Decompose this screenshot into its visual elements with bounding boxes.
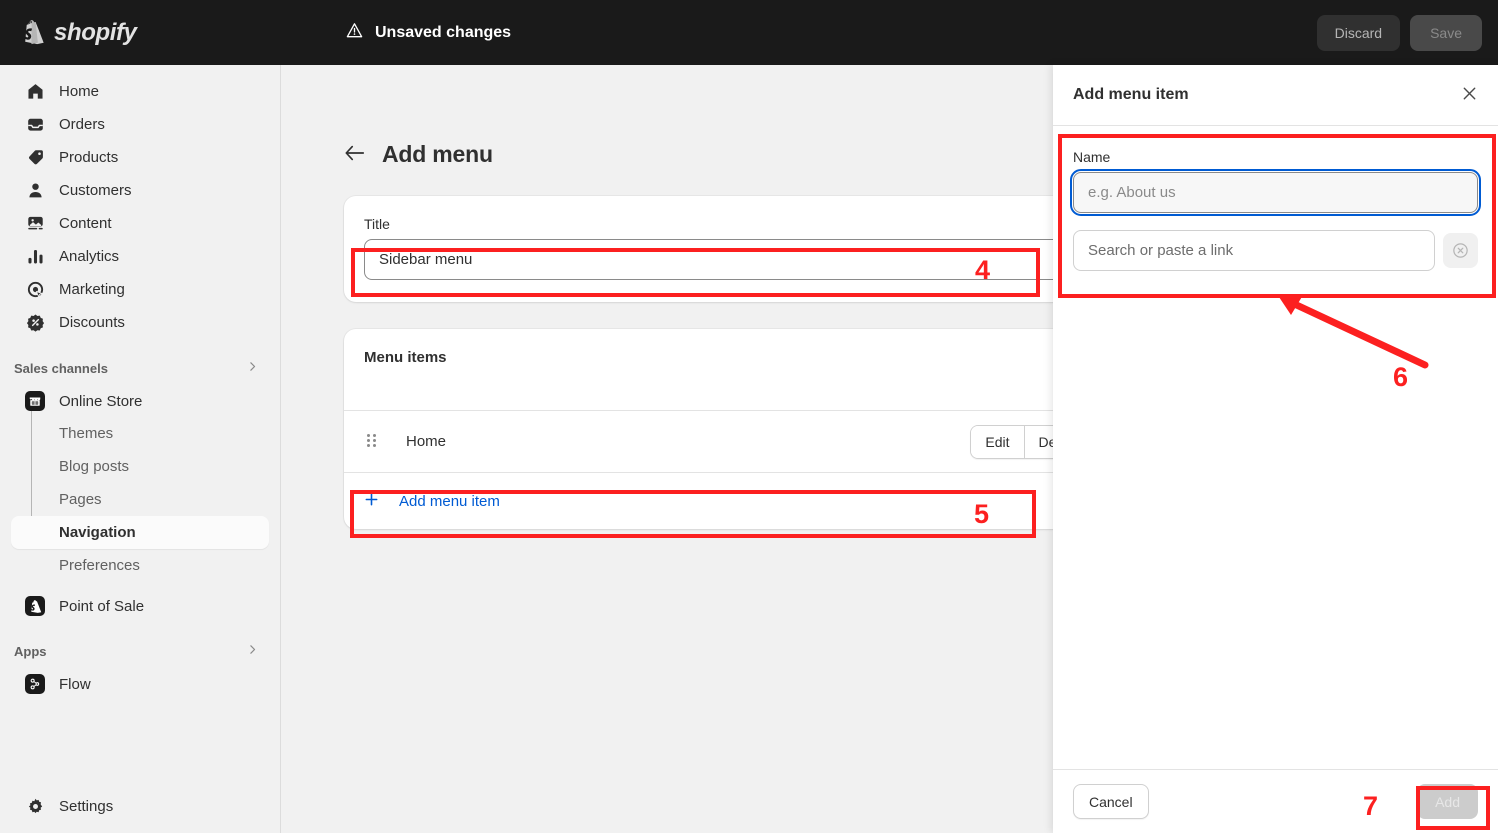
sub-item-label: Themes (59, 425, 114, 442)
sidebar-item-flow[interactable]: Flow (11, 668, 269, 700)
sidebar-item-label: Customers (59, 182, 132, 199)
title-field-wrap: Title Sidebar menu (344, 196, 1114, 280)
sidebar-item-label: Analytics (59, 248, 120, 265)
gear-icon (25, 797, 45, 817)
sidebar-item-label: Content (59, 215, 112, 232)
title-card: Title Sidebar menu (344, 196, 1114, 302)
discard-button[interactable]: Discard (1316, 14, 1401, 51)
drag-handle-icon[interactable] (367, 433, 377, 450)
menu-items-header: Menu items (344, 329, 1114, 411)
link-search-input[interactable]: Search or paste a link (1073, 230, 1435, 271)
topbar-actions: Discard Save (1316, 0, 1482, 65)
unsaved-changes-indicator: Unsaved changes (345, 0, 511, 65)
shopify-logo[interactable]: shopify (21, 19, 137, 47)
person-icon (25, 181, 45, 201)
sidebar-item-content[interactable]: Content (11, 207, 269, 240)
orders-inbox-icon (25, 115, 45, 135)
arrow-left-icon[interactable] (344, 144, 366, 166)
sidebar-item-analytics[interactable]: Analytics (11, 240, 269, 273)
menu-row-label: Home (406, 433, 447, 450)
sub-item-label: Navigation (59, 524, 136, 541)
flow-nodes-icon (25, 674, 45, 694)
chevron-right-icon[interactable] (246, 643, 259, 660)
sidebar-item-label: Flow (59, 675, 91, 693)
sidebar-item-label: Products (59, 149, 119, 166)
sales-channels-label: Sales channels (14, 360, 108, 376)
edit-button[interactable]: Edit (971, 425, 1024, 458)
panel-title: Add menu item (1073, 86, 1189, 103)
circle-x-icon[interactable] (1443, 233, 1478, 268)
sidebar-item-label: Settings (59, 798, 114, 815)
add-button[interactable]: Add (1417, 784, 1478, 819)
sidebar: Home Orders Products Customers Content A… (0, 65, 281, 833)
add-menu-item-row[interactable]: Add menu item (344, 473, 1114, 529)
sub-item-label: Pages (59, 491, 102, 508)
home-icon (25, 82, 45, 102)
name-input-placeholder: e.g. About us (1088, 184, 1176, 201)
plus-icon (364, 491, 380, 512)
menu-items-card: Menu items Home Edit Delete Add menu ite… (344, 329, 1114, 529)
title-field-label: Title (364, 216, 390, 232)
add-menu-item-panel: Add menu item Name e.g. About us Search … (1053, 65, 1498, 833)
add-menu-item-label: Add menu item (399, 492, 500, 510)
marketing-target-icon (25, 280, 45, 300)
sidebar-item-label: Online Store (59, 392, 143, 410)
shopify-bag-icon (21, 19, 45, 46)
brand-name: shopify (54, 18, 137, 46)
sidebar-item-blog-posts[interactable]: Blog posts (11, 450, 269, 483)
online-store-sub-items: Themes Blog posts Pages Navigation Prefe… (0, 411, 280, 582)
sidebar-item-navigation[interactable]: Navigation (11, 516, 269, 549)
sidebar-item-products[interactable]: Products (11, 141, 269, 174)
storefront-icon (25, 391, 45, 411)
sidebar-item-online-store[interactable]: Online Store (11, 385, 269, 417)
sidebar-item-label: Discounts (59, 314, 125, 331)
link-input-placeholder: Search or paste a link (1088, 242, 1234, 259)
sidebar-item-preferences[interactable]: Preferences (11, 549, 269, 582)
sidebar-item-discounts[interactable]: Discounts (11, 306, 269, 339)
settings-row: Settings (0, 790, 281, 823)
warning-triangle-icon (345, 21, 364, 45)
sidebar-item-label: Marketing (59, 281, 125, 298)
cancel-button[interactable]: Cancel (1073, 784, 1149, 819)
apps-label: Apps (14, 643, 47, 659)
sidebar-item-label: Point of Sale (59, 597, 145, 615)
sidebar-item-themes[interactable]: Themes (11, 417, 269, 450)
sidebar-item-orders[interactable]: Orders (11, 108, 269, 141)
name-field-label: Name (1073, 149, 1111, 165)
close-icon[interactable] (1461, 85, 1478, 106)
sidebar-item-label: Orders (59, 116, 105, 133)
title-input-value: Sidebar menu (379, 251, 473, 268)
sidebar-item-customers[interactable]: Customers (11, 174, 269, 207)
panel-footer: Cancel Add (1053, 769, 1498, 833)
bar-chart-icon (25, 247, 45, 267)
product-tag-icon (25, 148, 45, 168)
link-field-row: Search or paste a link (1073, 230, 1478, 271)
shopify-admin-screen: shopify Unsaved changes Discard Save Hom… (0, 0, 1498, 833)
name-input[interactable]: e.g. About us (1070, 169, 1481, 216)
discount-badge-icon (25, 313, 45, 333)
panel-header: Add menu item (1053, 65, 1498, 126)
table-row[interactable]: Home Edit Delete (344, 411, 1114, 473)
sub-item-label: Blog posts (59, 458, 130, 475)
unsaved-changes-label: Unsaved changes (375, 23, 512, 41)
sidebar-item-home[interactable]: Home (11, 75, 269, 108)
title-input[interactable]: Sidebar menu (364, 239, 1094, 280)
sidebar-item-marketing[interactable]: Marketing (11, 273, 269, 306)
apps-header[interactable]: Apps (11, 638, 269, 664)
page-title: Add menu (382, 141, 493, 167)
sales-channels-header[interactable]: Sales channels (11, 355, 269, 381)
sidebar-item-pages[interactable]: Pages (11, 483, 269, 516)
top-bar: shopify Unsaved changes Discard Save (0, 0, 1498, 65)
sidebar-item-label: Home (59, 83, 100, 100)
sidebar-item-point-of-sale[interactable]: Point of Sale (11, 590, 269, 622)
sidebar-item-settings[interactable]: Settings (11, 790, 270, 823)
shopify-bag-icon (25, 596, 45, 616)
sub-item-label: Preferences (59, 557, 140, 574)
menu-items-heading: Menu items (364, 349, 447, 366)
chevron-right-icon[interactable] (246, 360, 259, 377)
content-image-icon (25, 214, 45, 234)
panel-body: Name e.g. About us Search or paste a lin… (1053, 126, 1498, 769)
save-button[interactable]: Save (1410, 14, 1482, 51)
